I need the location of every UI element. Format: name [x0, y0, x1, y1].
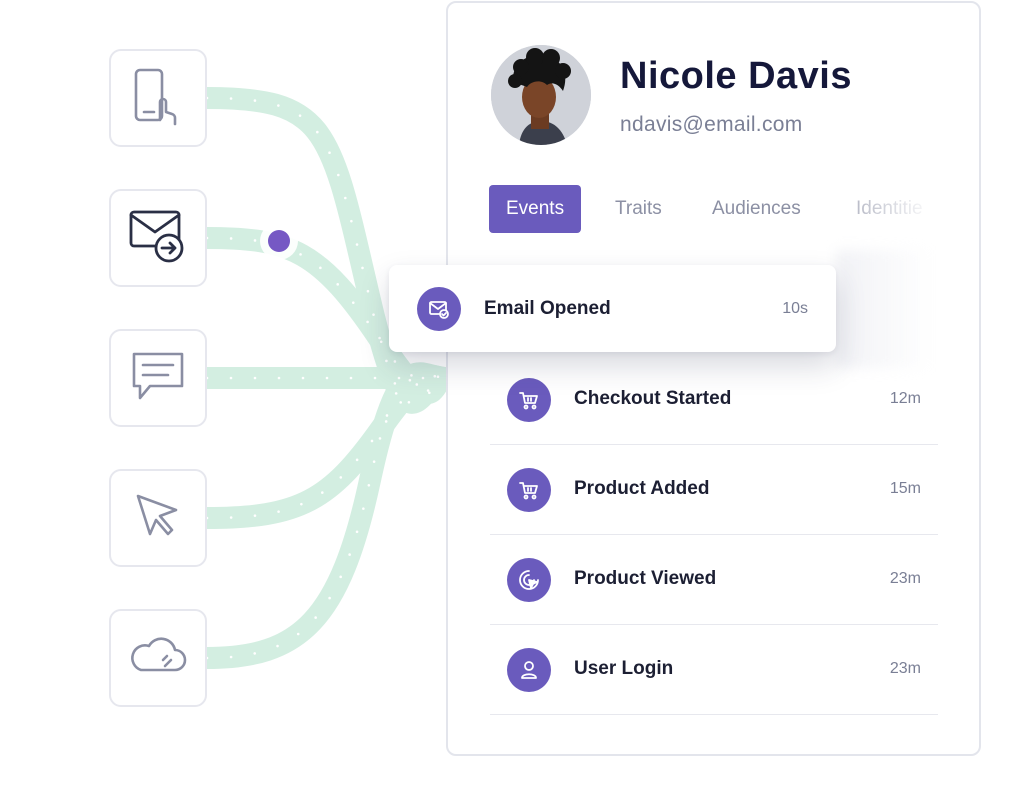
row-divider	[490, 714, 938, 715]
event-time: 23m	[889, 570, 921, 587]
flow-dot	[268, 230, 290, 252]
event-time: 10s	[782, 300, 808, 317]
source-chat[interactable]	[109, 329, 207, 427]
avatar	[491, 45, 591, 145]
profile-name: Nicole Davis	[620, 55, 852, 97]
event-popup-email-opened[interactable]: Email Opened 10s	[389, 265, 836, 352]
event-row-product-viewed[interactable]: Product Viewed 23m	[490, 535, 938, 625]
source-mobile[interactable]	[109, 49, 207, 147]
profile-card: Nicole Davis ndavis@email.com Events Tra…	[446, 1, 981, 756]
user-icon	[507, 648, 551, 692]
event-row-product-added[interactable]: Product Added 15m	[490, 445, 938, 535]
event-row-checkout-started[interactable]: Checkout Started 12m	[490, 355, 938, 445]
source-cursor[interactable]	[109, 469, 207, 567]
email-send-icon	[127, 206, 189, 271]
event-label: Email Opened	[484, 298, 611, 319]
chat-message-icon	[128, 348, 188, 409]
event-row-user-login[interactable]: User Login 23m	[490, 625, 938, 715]
event-time: 23m	[889, 660, 921, 677]
tab-identities[interactable]: Identitie	[856, 185, 936, 233]
event-label: Product Added	[574, 478, 710, 499]
mobile-tap-icon	[130, 66, 186, 131]
popup-shadow-fade	[836, 250, 932, 368]
event-label: Product Viewed	[574, 568, 717, 589]
cart-icon	[507, 468, 551, 512]
event-label: User Login	[574, 658, 674, 679]
email-check-icon	[417, 287, 461, 331]
cursor-pointer-icon	[132, 490, 184, 547]
event-label: Checkout Started	[574, 388, 732, 409]
tab-audiences[interactable]: Audiences	[712, 185, 801, 233]
cloud-icon	[127, 632, 189, 685]
event-time: 15m	[889, 480, 921, 497]
tab-events[interactable]: Events	[489, 185, 582, 233]
tab-traits[interactable]: Traits	[615, 185, 662, 233]
source-cloud[interactable]	[109, 609, 207, 707]
profile-email: ndavis@email.com	[620, 113, 803, 136]
target-cursor-icon	[507, 558, 551, 602]
profile-tabs: Events Traits Audiences Identitie	[489, 185, 935, 233]
source-email[interactable]	[109, 189, 207, 287]
flow-path-mobile	[196, 87, 457, 414]
flow-path-cursor	[196, 364, 457, 529]
cart-icon	[507, 378, 551, 422]
event-time: 12m	[889, 390, 921, 407]
